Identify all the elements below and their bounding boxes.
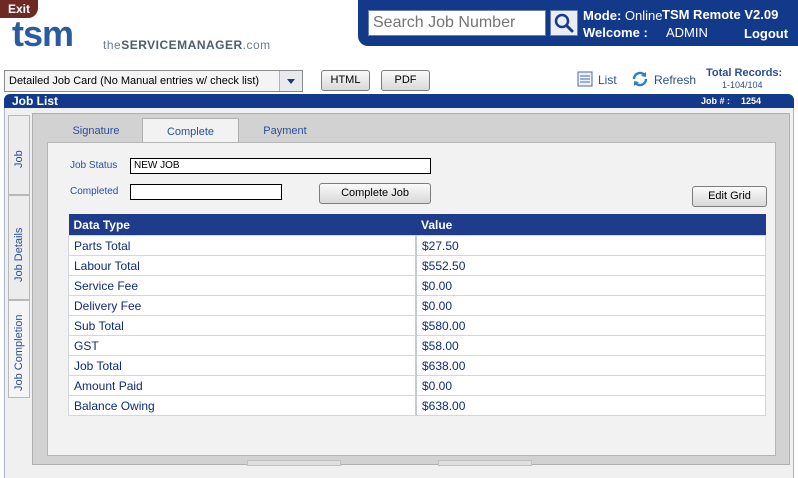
side-tab-job-completion[interactable]: Job Completion: [8, 300, 30, 398]
grid-header-value[interactable]: Value: [416, 214, 766, 236]
tab-signature[interactable]: Signature: [60, 118, 132, 142]
logo-subtitle: theSERVICEMANAGER.com: [103, 38, 271, 52]
html-button[interactable]: HTML: [321, 70, 370, 91]
app-version: TSM Remote V2.09: [662, 7, 779, 22]
value-cell: $552.50: [415, 255, 766, 276]
data-type-cell: Job Total: [68, 355, 417, 376]
value-cell: $638.00: [415, 355, 766, 376]
value-cell: $58.00: [415, 335, 766, 356]
job-list-bar: Job List Job # : 1254: [4, 94, 794, 108]
table-row[interactable]: GST $58.00: [68, 335, 766, 356]
logo-text: tsm: [12, 13, 74, 54]
table-row[interactable]: Balance Owing $638.00: [68, 395, 766, 416]
data-type-cell: Delivery Fee: [68, 295, 417, 316]
table-row[interactable]: Parts Total $27.50: [68, 235, 766, 256]
table-row[interactable]: Labour Total $552.50: [68, 255, 766, 276]
grid-header-row: Data Type Value: [68, 214, 766, 236]
search-icon: [554, 13, 574, 33]
side-tab-job-completion-label: Job Completion: [13, 314, 25, 391]
refresh-icon[interactable]: [631, 70, 649, 88]
job-status-field[interactable]: NEW JOB: [130, 158, 431, 174]
total-records-label: Total Records:: [706, 67, 783, 79]
value-cell: $27.50: [415, 235, 766, 256]
data-type-cell: GST: [68, 335, 417, 356]
welcome-user: ADMIN: [666, 25, 708, 40]
table-row[interactable]: Service Fee $0.00: [68, 275, 766, 296]
table-row[interactable]: Amount Paid $0.00: [68, 375, 766, 396]
table-row[interactable]: Job Total $638.00: [68, 355, 766, 376]
job-number-label: Job # :: [701, 96, 731, 106]
completed-field[interactable]: [130, 184, 282, 200]
table-row[interactable]: Sub Total $580.00: [68, 315, 766, 336]
value-cell: $0.00: [415, 295, 766, 316]
bottom-strip-right: [438, 460, 532, 466]
search-job-input[interactable]: [368, 10, 546, 36]
complete-job-button[interactable]: Complete Job: [319, 183, 431, 204]
grid-header-data-type[interactable]: Data Type: [68, 214, 416, 236]
mode-label: Mode:: [583, 8, 622, 23]
value-cell: $638.00: [415, 395, 766, 416]
data-type-cell: Sub Total: [68, 315, 417, 336]
list-icon[interactable]: [577, 71, 593, 87]
edit-grid-button[interactable]: Edit Grid: [692, 186, 767, 207]
side-tab-job-label: Job: [13, 150, 25, 168]
total-records-value: 1-104/104: [722, 80, 763, 90]
tsm-logo: tsm: [12, 13, 74, 54]
side-tab-job-details[interactable]: Job Details: [8, 195, 30, 300]
tab-complete[interactable]: Complete: [142, 118, 239, 142]
pdf-button[interactable]: PDF: [381, 70, 430, 91]
bottom-strip-left: [247, 460, 341, 466]
logout-link[interactable]: Logout: [744, 26, 788, 41]
data-type-cell: Balance Owing: [68, 395, 417, 416]
search-button[interactable]: [550, 10, 578, 36]
side-tab-job[interactable]: Job: [8, 115, 30, 195]
job-number-value: 1254: [741, 96, 762, 106]
completed-label: Completed: [70, 186, 119, 197]
data-type-cell: Amount Paid: [68, 375, 417, 396]
table-row[interactable]: Delivery Fee $0.00: [68, 295, 766, 316]
side-tab-job-details-label: Job Details: [13, 227, 25, 282]
data-grid: Data Type Value Parts Total $27.50 Labour …: [68, 214, 766, 416]
welcome-label: Welcome :: [583, 25, 648, 40]
report-select-value: Detailed Job Card (No Manual entries w/ …: [9, 75, 260, 87]
data-type-cell: Labour Total: [68, 255, 417, 276]
data-type-cell: Parts Total: [68, 235, 417, 256]
refresh-link[interactable]: Refresh: [654, 73, 696, 87]
value-cell: $580.00: [415, 315, 766, 336]
chevron-down-icon[interactable]: [279, 71, 302, 91]
data-type-cell: Service Fee: [68, 275, 417, 296]
value-cell: $0.00: [415, 375, 766, 396]
value-cell: $0.00: [415, 275, 766, 296]
tab-payment[interactable]: Payment: [250, 118, 320, 142]
report-select[interactable]: Detailed Job Card (No Manual entries w/ …: [4, 70, 303, 92]
job-list-title: Job List: [12, 94, 59, 108]
mode-value: Online: [624, 8, 663, 23]
job-status-label: Job Status: [70, 160, 118, 171]
list-link[interactable]: List: [598, 73, 617, 87]
